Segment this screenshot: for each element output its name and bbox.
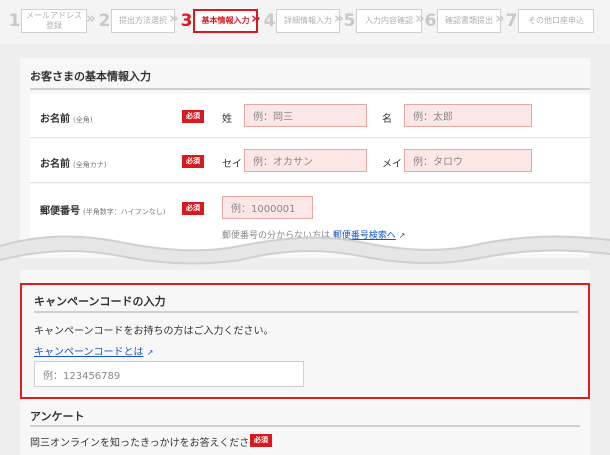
step-3: 3 基本情報入力	[180, 8, 258, 34]
sei-kanji-input[interactable]: 例：岡三	[244, 104, 367, 127]
mei-kanji-input[interactable]: 例：太郎	[404, 104, 532, 127]
step-5: 5 入力内容確認	[343, 8, 422, 34]
sei-label: 姓	[222, 114, 232, 125]
required-badge: 必須	[250, 434, 272, 447]
step-number: 4	[263, 11, 276, 31]
step-1: 1 メールアドレス 登録	[8, 8, 87, 34]
divider	[30, 425, 580, 427]
step-4: 4 詳細情報入力	[263, 8, 340, 34]
campaign-description: キャンペーンコードをお持ちの方はご入力ください。	[34, 326, 274, 337]
step-number: 2	[98, 11, 111, 31]
field-label: お名前 (全角カナ)	[40, 159, 107, 170]
campaign-info-link[interactable]: キャンペーンコードとは	[34, 347, 144, 358]
sei-kana-input[interactable]: 例：オカサン	[244, 149, 367, 172]
mei-kana-input[interactable]: 例：タロウ	[404, 149, 532, 172]
section-title: キャンペーンコードの入力	[34, 295, 166, 308]
survey-title: アンケート	[30, 410, 85, 423]
step-arrow: »	[86, 9, 96, 27]
basic-info-panel: お客さまの基本情報入力 お名前 (全角) 必須 姓 例：岡三 名 例：太郎 お名前…	[20, 58, 590, 258]
step-arrow: »	[169, 9, 179, 27]
step-label: 入力内容確認	[356, 9, 422, 33]
sei-label: セイ	[222, 159, 242, 170]
step-label-active: 基本情報入力	[193, 9, 258, 33]
section-title: お客さまの基本情報入力	[30, 70, 151, 83]
required-badge: 必須	[182, 155, 204, 168]
survey-question: 岡三オンラインを知ったきっかけをお答えください。	[30, 438, 270, 449]
field-label: 郵便番号 (半角数字：ハイフンなし)	[40, 206, 166, 217]
step-label: 提出方法選択	[111, 9, 175, 33]
divider	[30, 88, 590, 90]
mei-label: メイ	[382, 159, 402, 170]
page-break-wave	[0, 235, 610, 265]
mei-label: 名	[382, 114, 392, 125]
step-arrow: »	[415, 9, 425, 27]
postal-code-input[interactable]: 例：1000001	[222, 196, 313, 219]
step-2: 2 提出方法選択	[98, 8, 175, 34]
campaign-code-input[interactable]: 例：123456789	[34, 361, 304, 387]
name-kana-row: お名前 (全角カナ) 必須 セイ 例：オカサン メイ 例：タロウ	[30, 139, 590, 183]
progress-steps: 1 メールアドレス 登録 » 2 提出方法選択 » 3 基本情報入力 » 4 詳細…	[0, 0, 610, 44]
step-label: 確認書類提出	[437, 9, 501, 33]
step-number: 7	[505, 11, 518, 31]
step-label: その他口座申込	[518, 9, 594, 33]
step-arrow: »	[495, 9, 505, 27]
step-7: 7 その他口座申込	[505, 8, 594, 34]
campaign-code-section: キャンペーンコードの入力 キャンペーンコードをお持ちの方はご入力ください。 キャ…	[20, 283, 590, 399]
field-label: お名前 (全角)	[40, 114, 93, 125]
required-badge: 必須	[182, 110, 204, 123]
required-badge: 必須	[182, 202, 204, 215]
step-number: 1	[8, 11, 21, 31]
step-arrow: »	[334, 9, 344, 27]
campaign-link-row: キャンペーンコードとは ↗	[34, 343, 153, 358]
step-arrow: »	[251, 9, 261, 27]
divider	[34, 311, 578, 313]
step-number: 5	[343, 11, 356, 31]
step-label: メールアドレス 登録	[21, 9, 87, 33]
step-number: 3	[180, 11, 193, 31]
name-kanji-row: お名前 (全角) 必須 姓 例：岡三 名 例：太郎	[30, 94, 590, 138]
step-6: 6 確認書類提出	[424, 8, 501, 34]
external-link-icon: ↗	[146, 348, 154, 357]
step-number: 6	[424, 11, 437, 31]
step-label: 詳細情報入力	[276, 9, 340, 33]
